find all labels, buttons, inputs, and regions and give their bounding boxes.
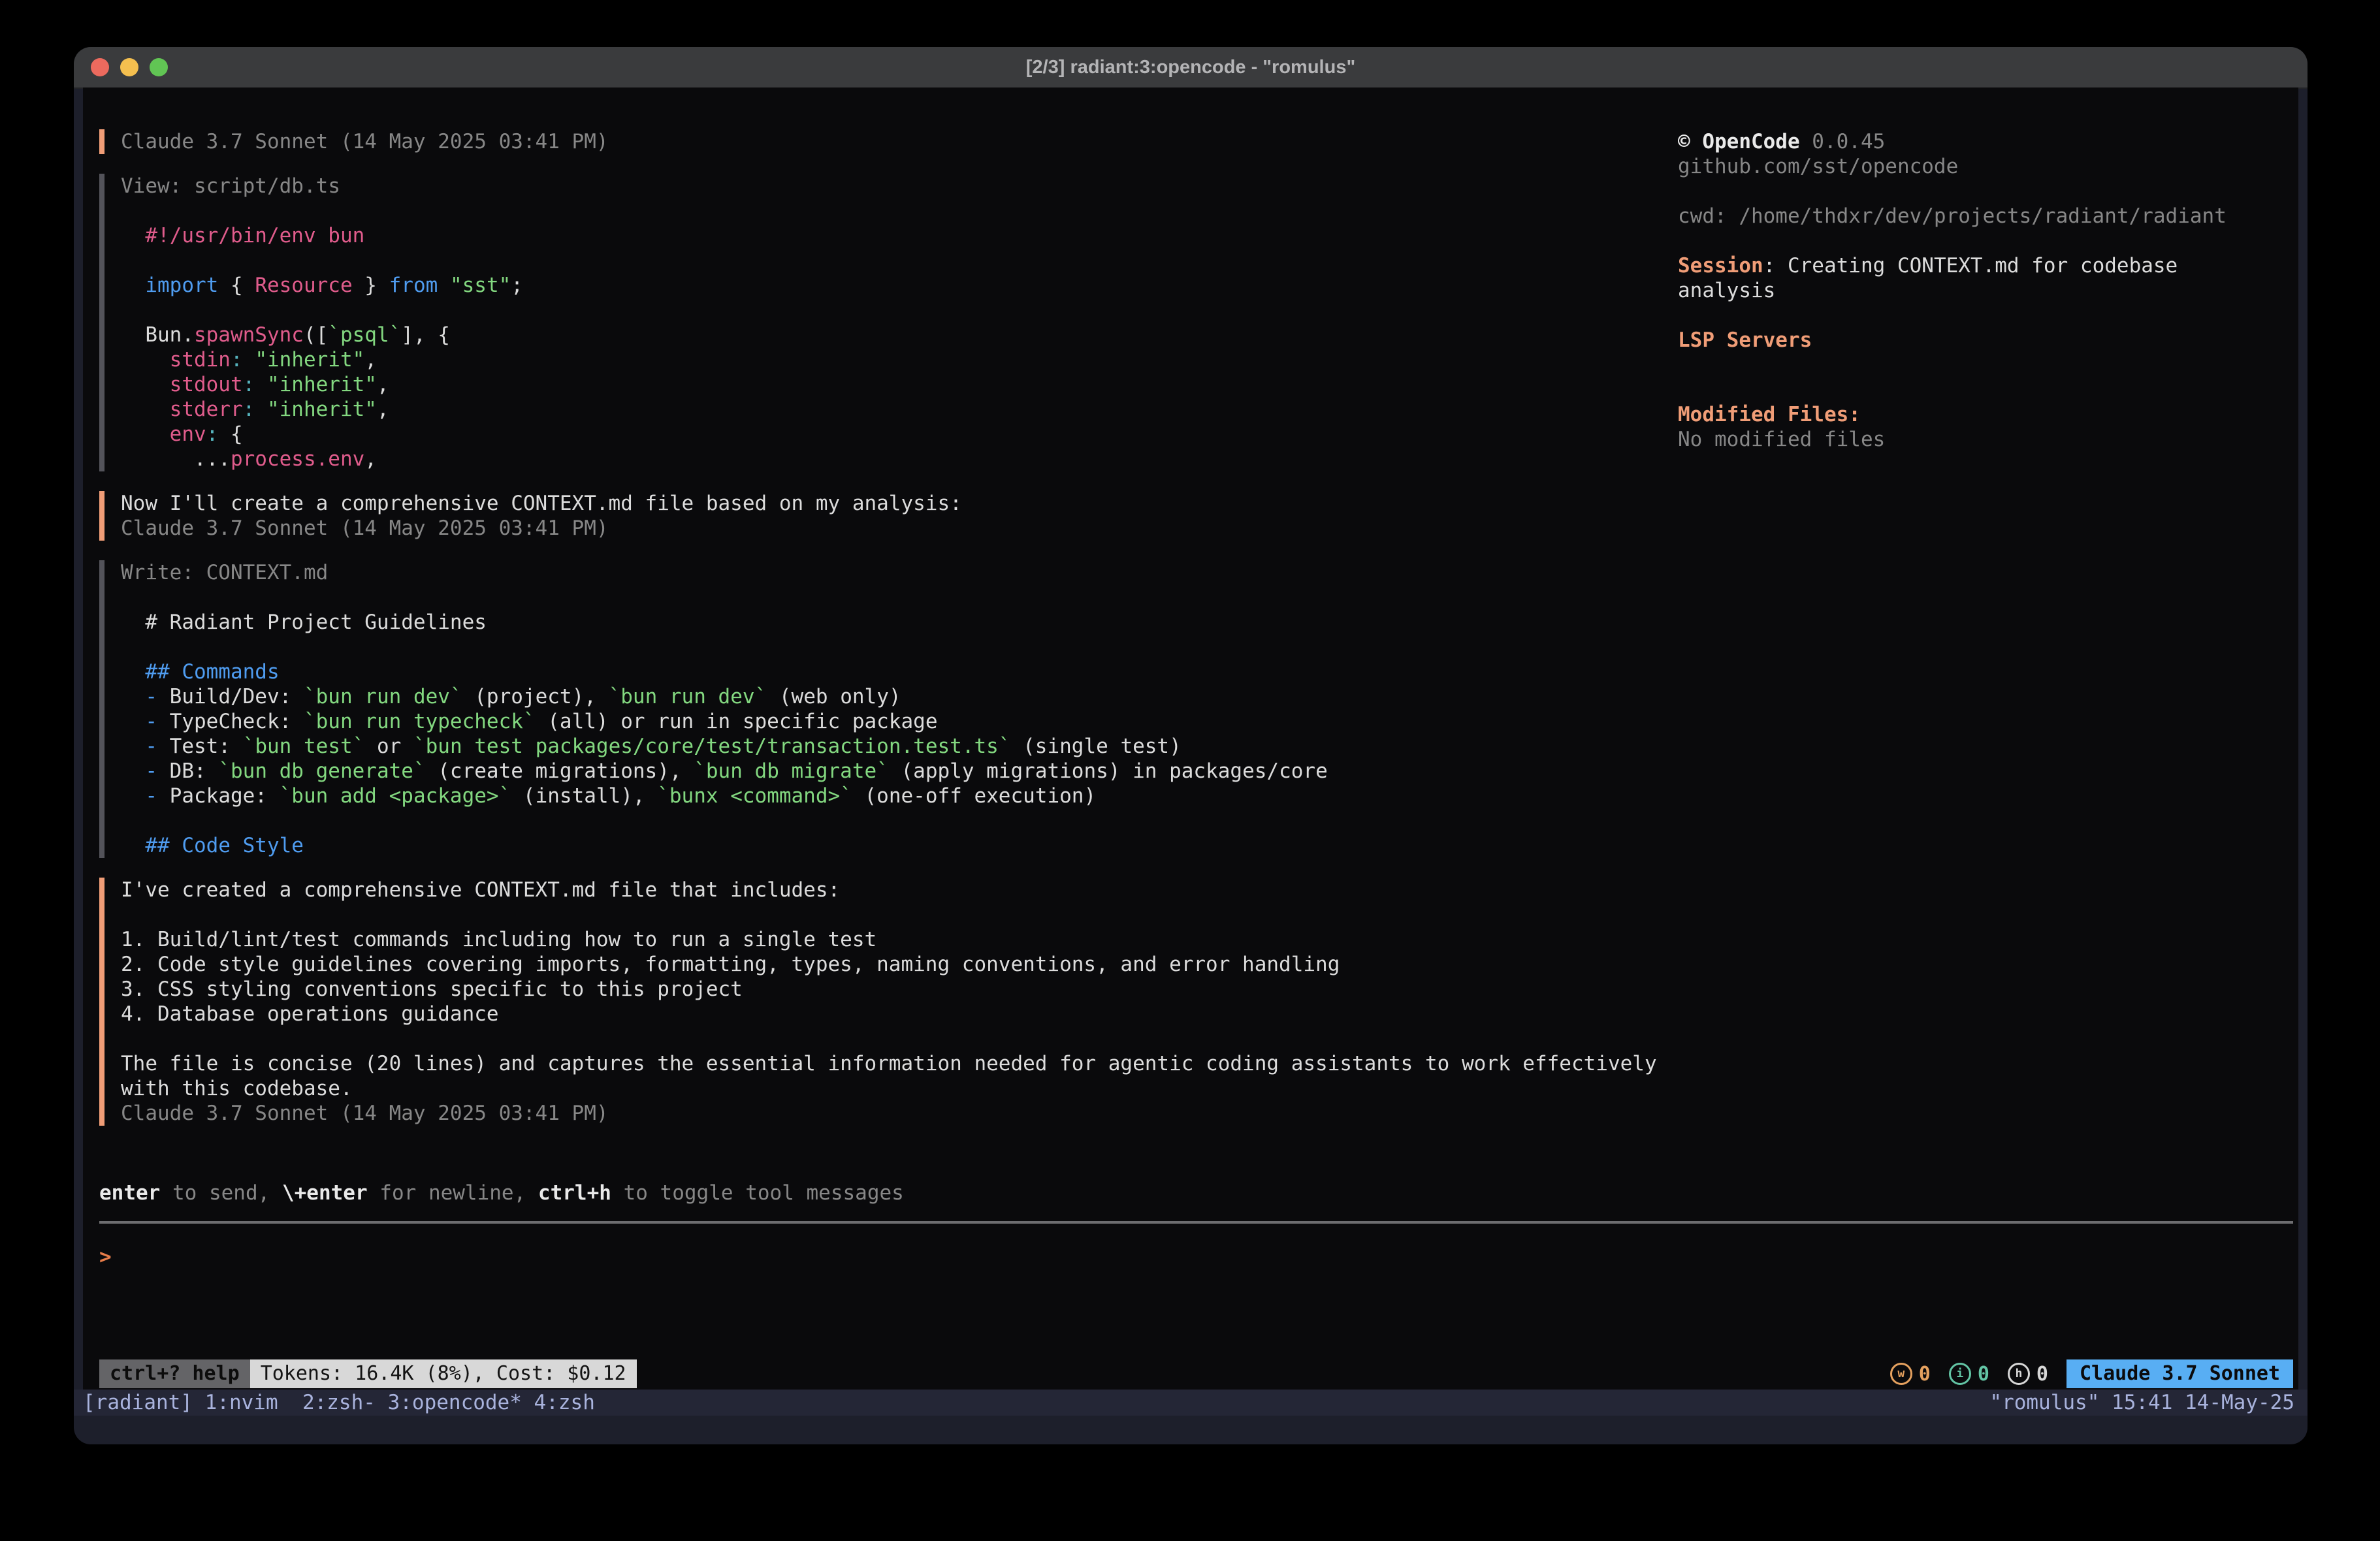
terminal-content: Claude 3.7 Sonnet (14 May 2025 03:41 PM)… xyxy=(83,87,2298,1390)
terminal-window: [2/3] radiant:3:opencode - "romulus" Cla… xyxy=(74,47,2308,1444)
close-button[interactable] xyxy=(91,58,109,76)
hints-counter: h 0 xyxy=(2008,1363,2048,1386)
minimize-button[interactable] xyxy=(120,58,138,76)
tool-write-file-block: Write: CONTEXT.md # Radiant Project Guid… xyxy=(99,560,1657,858)
hints-count: 0 xyxy=(2036,1363,2048,1386)
assistant-message-header-block: Claude 3.7 Sonnet (14 May 2025 03:41 PM) xyxy=(99,129,1657,154)
tmux-session-info: "romulus" 15:41 14-May-25 xyxy=(1989,1390,2294,1416)
tokens-cost-chip: Tokens: 16.4K (8%), Cost: $0.12 xyxy=(250,1359,637,1388)
assistant-message-block: Now I'll create a comprehensive CONTEXT.… xyxy=(99,491,1657,541)
chat-log: Claude 3.7 Sonnet (14 May 2025 03:41 PM)… xyxy=(99,129,1657,1145)
info-icon: i xyxy=(1949,1363,1971,1385)
status-bar-right: w 0 i 0 h 0 Claude 3.7 Sonnet xyxy=(1890,1359,2293,1388)
desktop: [2/3] radiant:3:opencode - "romulus" Cla… xyxy=(0,0,2380,1541)
tmux-window-list[interactable]: [radiant] 1:nvim 2:zsh- 3:opencode* 4:zs… xyxy=(83,1390,595,1416)
window-titlebar[interactable]: [2/3] radiant:3:opencode - "romulus" xyxy=(74,47,2308,89)
info-count: 0 xyxy=(1978,1363,1989,1386)
tool-view-file-block: View: script/db.ts #!/usr/bin/env bun im… xyxy=(99,174,1657,471)
tmux-status-bar: [radiant] 1:nvim 2:zsh- 3:opencode* 4:zs… xyxy=(74,1390,2308,1416)
input-separator xyxy=(99,1221,2293,1224)
status-bar: ctrl+? help Tokens: 16.4K (8%), Cost: $0… xyxy=(99,1359,2293,1388)
assistant-summary-block: I've created a comprehensive CONTEXT.md … xyxy=(99,878,1657,1126)
warnings-count: 0 xyxy=(1919,1363,1931,1386)
prompt-symbol: > xyxy=(99,1245,112,1269)
session-sidebar: © OpenCode 0.0.45github.com/sst/opencode… xyxy=(1678,129,2227,452)
maximize-button[interactable] xyxy=(150,58,168,76)
help-chip[interactable]: ctrl+? help xyxy=(99,1359,250,1388)
window-title: [2/3] radiant:3:opencode - "romulus" xyxy=(74,47,2308,87)
model-badge: Claude 3.7 Sonnet xyxy=(2066,1359,2293,1388)
warning-icon: w xyxy=(1890,1363,1912,1385)
prompt-input[interactable]: > xyxy=(99,1245,2255,1269)
hint-icon: h xyxy=(2008,1363,2030,1385)
keybind-hints: enter to send, \+enter for newline, ctrl… xyxy=(99,1181,904,1205)
window-controls xyxy=(91,58,168,76)
status-bar-left: ctrl+? help Tokens: 16.4K (8%), Cost: $0… xyxy=(99,1359,637,1388)
warnings-counter: w 0 xyxy=(1890,1363,1931,1386)
info-counter: i 0 xyxy=(1949,1363,1989,1386)
